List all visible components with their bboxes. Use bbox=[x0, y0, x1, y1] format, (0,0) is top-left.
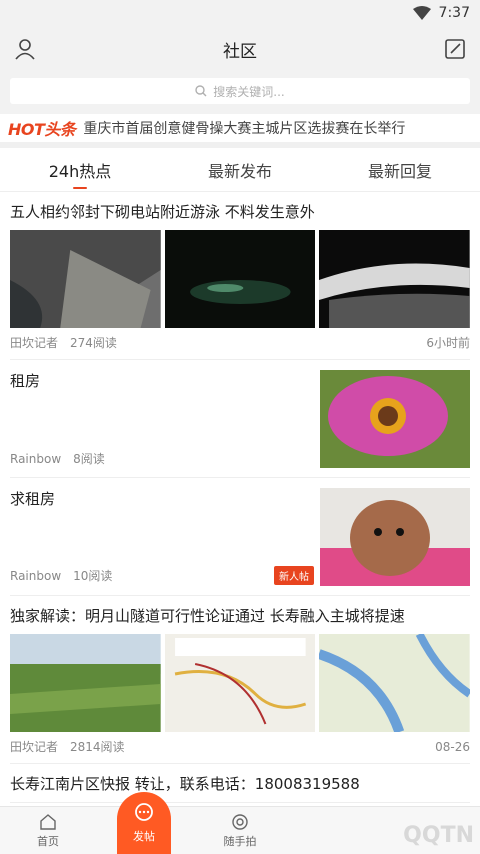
nav-snapshot-label: 随手拍 bbox=[223, 834, 257, 848]
post-author: Rainbow bbox=[10, 568, 62, 583]
image-row bbox=[10, 634, 471, 732]
post-reads: 8阅读 bbox=[73, 452, 105, 466]
tab-replies[interactable]: 最新回复 bbox=[320, 148, 480, 191]
post-title: 求租房 bbox=[10, 490, 56, 508]
compose-icon[interactable] bbox=[442, 36, 468, 62]
post-reads: 2814阅读 bbox=[70, 740, 125, 754]
photo-dam bbox=[10, 230, 161, 328]
nav-post-label: 发帖 bbox=[133, 830, 155, 843]
top-bar: 社区 bbox=[0, 26, 480, 72]
wifi-icon bbox=[412, 6, 431, 20]
post-reads: 274阅读 bbox=[70, 336, 117, 350]
post-item[interactable]: 独家解读：明月山隧道可行性论证通过 长寿融入主城将提速 田坎记者 2814阅读 … bbox=[10, 596, 471, 764]
photo-landscape bbox=[10, 634, 161, 732]
home-icon bbox=[40, 813, 56, 830]
image-row bbox=[10, 230, 471, 328]
post-title: 独家解读：明月山隧道可行性论证通过 长寿融入主城将提速 bbox=[10, 607, 405, 625]
hot-text: 重庆市首届创意健骨操大赛主城片区选拔赛在长举行 bbox=[83, 121, 406, 137]
photo-night-water bbox=[164, 230, 316, 328]
post-author: 田坎记者 bbox=[10, 336, 59, 350]
nav-post[interactable]: 发帖 bbox=[96, 792, 192, 854]
post-title: 五人相约邻封下砌电站附近游泳 不料发生意外 bbox=[10, 203, 315, 221]
post-meta: 田坎记者 274阅读 6小时前 bbox=[10, 328, 470, 359]
search-placeholder: 搜索关键词... bbox=[213, 84, 285, 99]
post-item[interactable]: 五人相约邻封下砌电站附近游泳 不料发生意外 田坎记者 274阅读 6小时前 bbox=[10, 192, 471, 360]
post-author: Rainbow bbox=[10, 451, 62, 466]
camera-icon bbox=[232, 813, 248, 830]
post-time: 08-26 bbox=[435, 739, 470, 754]
chat-icon bbox=[135, 803, 153, 821]
post-reads: 10阅读 bbox=[73, 569, 113, 583]
post-meta: 田坎记者 2814阅读 08-26 bbox=[10, 732, 470, 763]
post-item[interactable]: 求租房 Rainbow 10阅读 新人帖 bbox=[10, 478, 470, 596]
feed: 五人相约邻封下砌电站附近游泳 不料发生意外 田坎记者 274阅读 6小时前 租房… bbox=[0, 192, 480, 803]
tab-24h[interactable]: 24h热点 bbox=[0, 148, 160, 191]
search-input[interactable]: 搜索关键词... bbox=[10, 78, 470, 104]
tab-bar: 24h热点 最新发布 最新回复 bbox=[0, 148, 480, 192]
post-title: 长寿江南片区快报 转让，联系电话：18008319588 bbox=[10, 775, 360, 793]
photo-puppy bbox=[320, 488, 470, 586]
post-meta: Rainbow 10阅读 新人帖 bbox=[10, 566, 320, 585]
post-button[interactable]: 发帖 bbox=[117, 792, 171, 854]
watermark: QQTN bbox=[403, 823, 474, 848]
tab-latest[interactable]: 最新发布 bbox=[160, 148, 320, 191]
user-icon[interactable] bbox=[12, 36, 38, 62]
nav-home-label: 首页 bbox=[37, 834, 59, 848]
post-author: 田坎记者 bbox=[10, 740, 59, 754]
search-icon bbox=[195, 85, 207, 97]
nav-snapshot[interactable]: 随手拍 bbox=[192, 807, 288, 854]
map-city bbox=[319, 634, 471, 732]
post-title: 租房 bbox=[10, 372, 41, 390]
bottom-nav: 首页 发帖 随手拍 QQTN bbox=[0, 792, 480, 854]
post-meta: Rainbow 8阅读 bbox=[10, 450, 320, 467]
status-bar: 7:37 bbox=[0, 0, 480, 26]
search-wrapper: 搜索关键词... bbox=[0, 72, 480, 114]
page-title: 社区 bbox=[223, 41, 257, 62]
post-item[interactable]: 租房 Rainbow 8阅读 bbox=[10, 360, 470, 478]
nav-home[interactable]: 首页 bbox=[0, 807, 96, 854]
hot-headline[interactable]: HOT头条 重庆市首届创意健骨操大赛主城片区选拔赛在长举行 bbox=[0, 114, 480, 148]
hot-logo: HOT头条 bbox=[8, 120, 76, 139]
post-time: 6小时前 bbox=[426, 336, 470, 350]
new-user-badge: 新人帖 bbox=[274, 566, 314, 585]
photo-waterfall bbox=[319, 230, 471, 328]
map-route bbox=[164, 634, 316, 732]
post-item[interactable]: 长寿江南片区快报 转让，联系电话：18008319588 bbox=[10, 764, 470, 803]
photo-flower bbox=[320, 370, 470, 468]
status-time: 7:37 bbox=[438, 5, 470, 21]
